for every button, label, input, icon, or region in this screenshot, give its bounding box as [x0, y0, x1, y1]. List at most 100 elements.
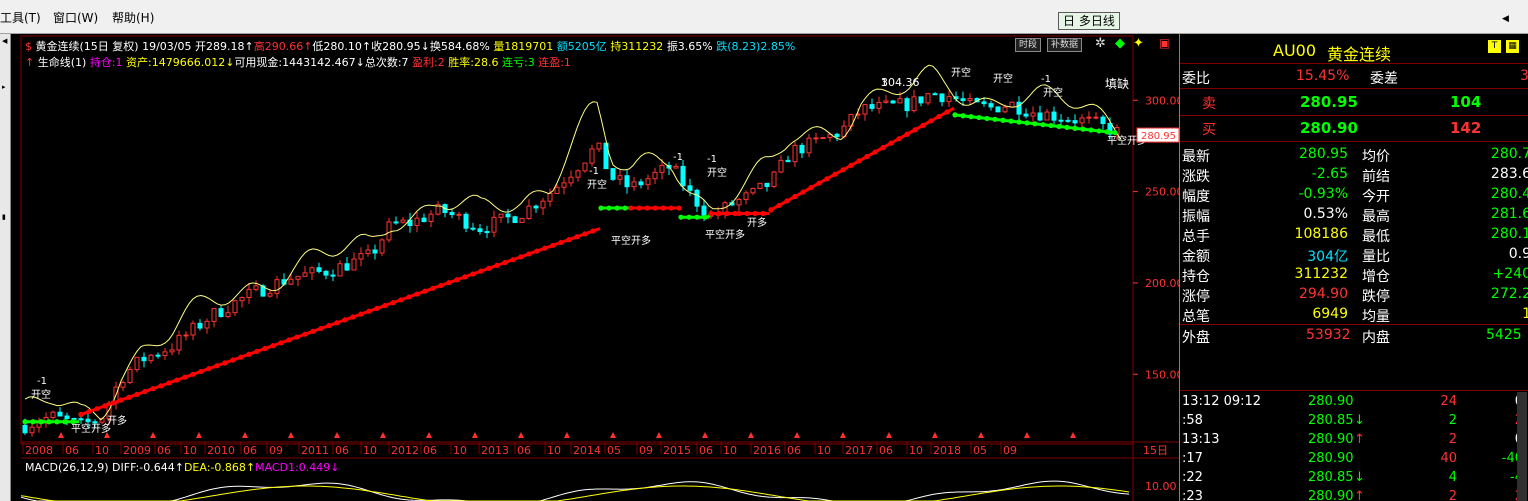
quote-stat-row: 持仓 311232 增仓 +240 — [1180, 265, 1528, 285]
chart-low: 低280.10↑ — [312, 40, 372, 53]
stat-value: 280.7 — [1490, 146, 1528, 162]
tick-row[interactable]: 13:12 09:12280.90240 — [1180, 394, 1528, 412]
buy-row[interactable]: 买 280.90 142 — [1180, 117, 1528, 141]
fill-data-button[interactable]: 补数据 — [1047, 38, 1083, 52]
candle-body — [610, 168, 616, 180]
candle-body — [813, 137, 819, 140]
gear-icon[interactable]: ✲ — [1095, 36, 1106, 51]
stat-label: 振幅 — [1182, 209, 1210, 225]
tick-arrow-icon: ↑ — [1354, 432, 1365, 447]
left-toolbar-strip[interactable]: ◀ ▸ ▮ — [0, 34, 11, 501]
collapse-arrow-icon[interactable]: ◀ — [2, 38, 9, 45]
x-axis-label: 09 — [639, 444, 653, 457]
event-marker-icon — [426, 432, 432, 438]
life-line-dot — [174, 377, 180, 383]
candle-body — [414, 217, 420, 226]
panel-grid-icon[interactable]: ▦ — [1506, 40, 1519, 53]
candle-body — [232, 300, 238, 314]
macd-y-label: 10.00 — [1145, 480, 1177, 493]
event-marker-icon — [1024, 432, 1030, 438]
quote-stat-row: 金额 304亿 量比 0.9 — [1180, 245, 1528, 265]
candle-body — [890, 100, 896, 104]
tick-time: :17 — [1182, 451, 1203, 466]
outer-label: 外盘 — [1182, 330, 1210, 346]
event-marker-icon — [58, 432, 64, 438]
candle-body — [589, 148, 595, 164]
maximize-icon[interactable]: ▣ — [1159, 36, 1170, 50]
candle-body — [491, 216, 497, 233]
tick-row[interactable]: 13:13280.90↑20 — [1180, 432, 1528, 450]
candle-body — [358, 253, 364, 260]
life-line-dot — [566, 236, 572, 243]
menu-tools[interactable]: 工具(T) — [0, 9, 41, 26]
tick-scrollbar[interactable] — [1517, 392, 1527, 501]
toolbar-marker-icon[interactable]: ▸ — [2, 84, 9, 91]
star-icon[interactable]: ✦ — [1133, 36, 1144, 51]
sell-row[interactable]: 卖 280.95 104 — [1180, 91, 1528, 115]
candle-body — [1058, 119, 1064, 122]
candle-body — [484, 231, 490, 234]
life-line-dot — [622, 205, 628, 211]
life-line-dot — [246, 351, 252, 357]
menu-help[interactable]: 帮助(H) — [112, 9, 154, 26]
quote-stat-row: 涨跌 -2.65 前结 283.6 — [1180, 165, 1528, 185]
candle-body — [561, 182, 567, 188]
candle-body — [498, 213, 504, 218]
menu-window[interactable]: 窗口(W) — [53, 9, 98, 26]
price-pane-frame — [20, 35, 1134, 445]
life-line-dot — [1080, 126, 1086, 132]
life-line-dot — [446, 279, 452, 286]
x-axis-label: 06 — [423, 444, 437, 457]
candle-body — [253, 285, 259, 290]
tick-price: 280.90 — [1308, 489, 1354, 501]
life-line-dot — [494, 262, 500, 268]
life-line-dot — [214, 363, 220, 369]
life-line-dot — [102, 403, 108, 409]
period-label: 15日 — [1143, 444, 1168, 457]
trade-t-icon[interactable]: T — [1488, 40, 1501, 53]
candle-body — [428, 213, 434, 223]
life-line-dot — [278, 340, 284, 346]
candle-body — [764, 182, 770, 188]
candle-body — [960, 98, 966, 101]
toolbar-handle-icon[interactable]: ▮ — [2, 214, 9, 221]
diamond-icon[interactable]: ◆ — [1115, 36, 1125, 51]
stat-value: 6949 — [1312, 306, 1348, 322]
candle-body — [547, 192, 553, 202]
tick-row[interactable]: :23280.90↑22 — [1180, 489, 1528, 501]
candle-body — [1100, 116, 1106, 124]
period-button[interactable]: 时段 — [1015, 38, 1042, 52]
trade-signal-label: 开多 — [747, 216, 767, 229]
candle-body — [1079, 117, 1085, 124]
event-marker-icon — [978, 432, 984, 438]
life-line-dot — [824, 176, 830, 182]
stat-value: 1 — [1522, 306, 1528, 322]
divider — [1180, 88, 1528, 89]
tick-row[interactable]: :58280.85↓22 — [1180, 413, 1528, 431]
menu-scroll-arrow-icon[interactable]: ◀ — [1502, 14, 1509, 24]
life-line-dot — [430, 285, 436, 291]
event-marker-icon — [610, 432, 616, 438]
indicator-name: 生命线(1) — [37, 56, 87, 69]
menu-bar: 工具(T) 窗口(W) 帮助(H) 日 多日线 ◀ — [0, 0, 1528, 34]
multiday-line-button[interactable]: 日 多日线 — [1058, 12, 1120, 30]
stat-label: 持仓 — [1182, 269, 1210, 285]
tick-row[interactable]: :22280.85↓4-4 — [1180, 470, 1528, 488]
divider — [1180, 141, 1528, 142]
candle-body — [981, 101, 987, 105]
life-line-dot — [808, 185, 814, 191]
trade-signal-label: 开空 — [707, 166, 727, 179]
life-line-dot — [1040, 122, 1046, 128]
candle-body — [29, 426, 35, 434]
event-marker-icon — [196, 432, 202, 438]
tick-row[interactable]: :17 280.90 40 -40 — [1180, 451, 1528, 469]
tick-price: 280.85 — [1308, 470, 1354, 485]
kline-chart-area[interactable]: -1 开空 平空开多 开多 -1 开空 平空开多 -1 -1 开空 平空开多 开多 开空 开空 -1 开空 平空… — [11, 34, 1179, 501]
candle-body — [379, 239, 385, 254]
candle-body — [183, 334, 189, 337]
kline-chart-svg[interactable]: -1开空平空开多开多-1开空平空开多-1 -1开空平空开多开多开空开空 -1开空平空… — [11, 34, 1179, 501]
event-marker-icon — [702, 432, 708, 438]
life-line-dot — [46, 419, 52, 425]
candle-body — [946, 96, 952, 103]
life-line-dot — [668, 205, 674, 211]
